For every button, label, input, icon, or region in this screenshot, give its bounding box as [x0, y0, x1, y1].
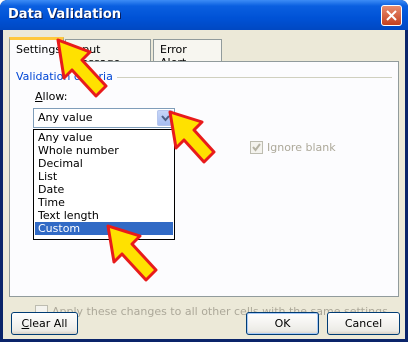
option-list[interactable]: List	[35, 170, 173, 183]
clear-all-button[interactable]: Clear All	[11, 312, 78, 335]
close-button[interactable]	[381, 5, 402, 26]
pointer-arrow-icon	[56, 38, 108, 98]
ignore-blank-checkbox[interactable]	[250, 141, 263, 154]
tab-error-alert[interactable]: Error Alert	[153, 39, 222, 69]
option-date[interactable]: Date	[35, 183, 173, 196]
option-any-value[interactable]: Any value	[35, 131, 173, 144]
checkmark-icon	[252, 143, 261, 152]
pointer-arrow-icon	[168, 110, 216, 164]
pointer-arrow-icon	[106, 224, 158, 282]
ok-button[interactable]: OK	[246, 312, 319, 335]
option-time[interactable]: Time	[35, 196, 173, 209]
allow-dropdown[interactable]: Any value	[33, 108, 175, 128]
option-decimal[interactable]: Decimal	[35, 157, 173, 170]
cancel-button[interactable]: Cancel	[327, 312, 400, 335]
allow-dropdown-value: Any value	[38, 111, 93, 124]
dialog-title: Data Validation	[8, 7, 122, 22]
tab-settings-label: Settings	[16, 43, 62, 56]
title-bar[interactable]: Data Validation	[0, 0, 408, 30]
close-icon	[386, 10, 397, 21]
ignore-blank-label: Ignore blank	[267, 141, 336, 154]
option-text-length[interactable]: Text length	[35, 209, 173, 222]
option-whole-number[interactable]: Whole number	[35, 144, 173, 157]
